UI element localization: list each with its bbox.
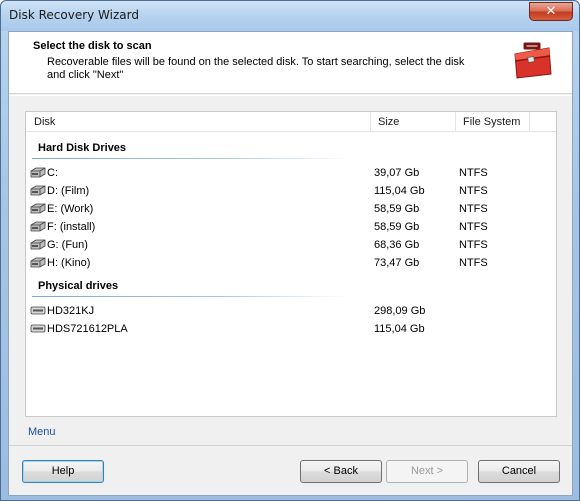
disk-size: 298,09 Gb xyxy=(374,305,426,317)
list-header: Disk Size File System xyxy=(26,112,556,132)
back-button[interactable]: < Back xyxy=(300,460,382,483)
disk-file-system: NTFS xyxy=(459,203,488,215)
disk-list[interactable]: Disk Size File System Hard Disk Drives C… xyxy=(25,111,557,417)
menu-link[interactable]: Menu xyxy=(28,426,56,438)
disk-name: D: (Film) xyxy=(47,185,90,197)
close-button[interactable]: ✕ xyxy=(529,2,573,21)
disk-row[interactable]: D: (Film) 115,04 Gb NTFS xyxy=(26,182,556,200)
column-disk[interactable]: Disk xyxy=(34,116,55,128)
disk-name: F: (install) xyxy=(47,221,96,233)
disk-row[interactable]: H: (Kino) 73,47 Gb NTFS xyxy=(26,254,556,272)
column-size[interactable]: Size xyxy=(378,116,399,128)
disk-size: 39,07 Gb xyxy=(374,167,420,179)
hard-drive-icon xyxy=(30,239,46,250)
group-underline xyxy=(32,296,348,297)
window-title: Disk Recovery Wizard xyxy=(9,8,139,22)
column-divider[interactable] xyxy=(529,112,530,132)
toolbox-icon xyxy=(514,42,552,79)
help-button[interactable]: Help xyxy=(22,460,104,483)
disk-name: HD321KJ xyxy=(47,305,95,317)
hard-drive-icon xyxy=(30,203,46,214)
wizard-header: Select the disk to scan Recoverable file… xyxy=(9,32,572,94)
disk-name: G: (Fun) xyxy=(47,239,88,251)
disk-size: 58,59 Gb xyxy=(374,203,420,215)
hard-drive-icon xyxy=(30,167,46,178)
physical-drive-icon xyxy=(30,306,46,315)
disk-file-system: NTFS xyxy=(459,239,488,251)
page-title: Select the disk to scan xyxy=(33,40,152,52)
disk-row[interactable]: C: 39,07 Gb NTFS xyxy=(26,164,556,182)
disk-size: 68,36 Gb xyxy=(374,239,420,251)
column-divider[interactable] xyxy=(370,112,371,132)
disk-row[interactable]: HDS721612PLA 115,04 Gb xyxy=(26,320,556,338)
disk-size: 115,04 Gb xyxy=(374,185,425,197)
hard-drive-icon xyxy=(30,221,46,232)
disk-size: 73,47 Gb xyxy=(374,257,420,269)
disk-file-system: NTFS xyxy=(459,257,488,269)
disk-name: H: (Kino) xyxy=(47,257,91,269)
disk-row[interactable]: E: (Work) 58,59 Gb NTFS xyxy=(26,200,556,218)
group-title-hard-disk-drives: Hard Disk Drives xyxy=(38,142,127,154)
next-button[interactable]: Next > xyxy=(386,460,468,483)
title-bar[interactable]: Disk Recovery Wizard ✕ xyxy=(1,1,579,31)
disk-file-system: NTFS xyxy=(459,221,488,233)
header-divider xyxy=(9,95,572,96)
dialog-client-area: Select the disk to scan Recoverable file… xyxy=(8,31,573,496)
hard-drive-icon xyxy=(30,257,46,268)
disk-size: 115,04 Gb xyxy=(374,323,425,335)
disk-name: HDS721612PLA xyxy=(47,323,128,335)
disk-row[interactable]: F: (install) 58,59 Gb NTFS xyxy=(26,218,556,236)
disk-row[interactable]: HD321KJ 298,09 Gb xyxy=(26,302,556,320)
column-file-system[interactable]: File System xyxy=(463,116,520,128)
dialog-window: Disk Recovery Wizard ✕ Select the disk t… xyxy=(0,0,580,501)
disk-row[interactable]: G: (Fun) 68,36 Gb NTFS xyxy=(26,236,556,254)
group-title-physical-drives: Physical drives xyxy=(38,280,119,292)
physical-drive-icon xyxy=(30,324,46,333)
hard-drive-icon xyxy=(30,185,46,196)
cancel-button[interactable]: Cancel xyxy=(478,460,560,483)
column-divider[interactable] xyxy=(455,112,456,132)
page-description: Recoverable files will be found on the s… xyxy=(47,56,465,81)
disk-size: 58,59 Gb xyxy=(374,221,420,233)
disk-name: C: xyxy=(47,167,58,179)
disk-name: E: (Work) xyxy=(47,203,94,215)
footer-divider xyxy=(9,445,572,446)
group-underline xyxy=(32,158,348,159)
disk-file-system: NTFS xyxy=(459,185,488,197)
disk-file-system: NTFS xyxy=(459,167,488,179)
